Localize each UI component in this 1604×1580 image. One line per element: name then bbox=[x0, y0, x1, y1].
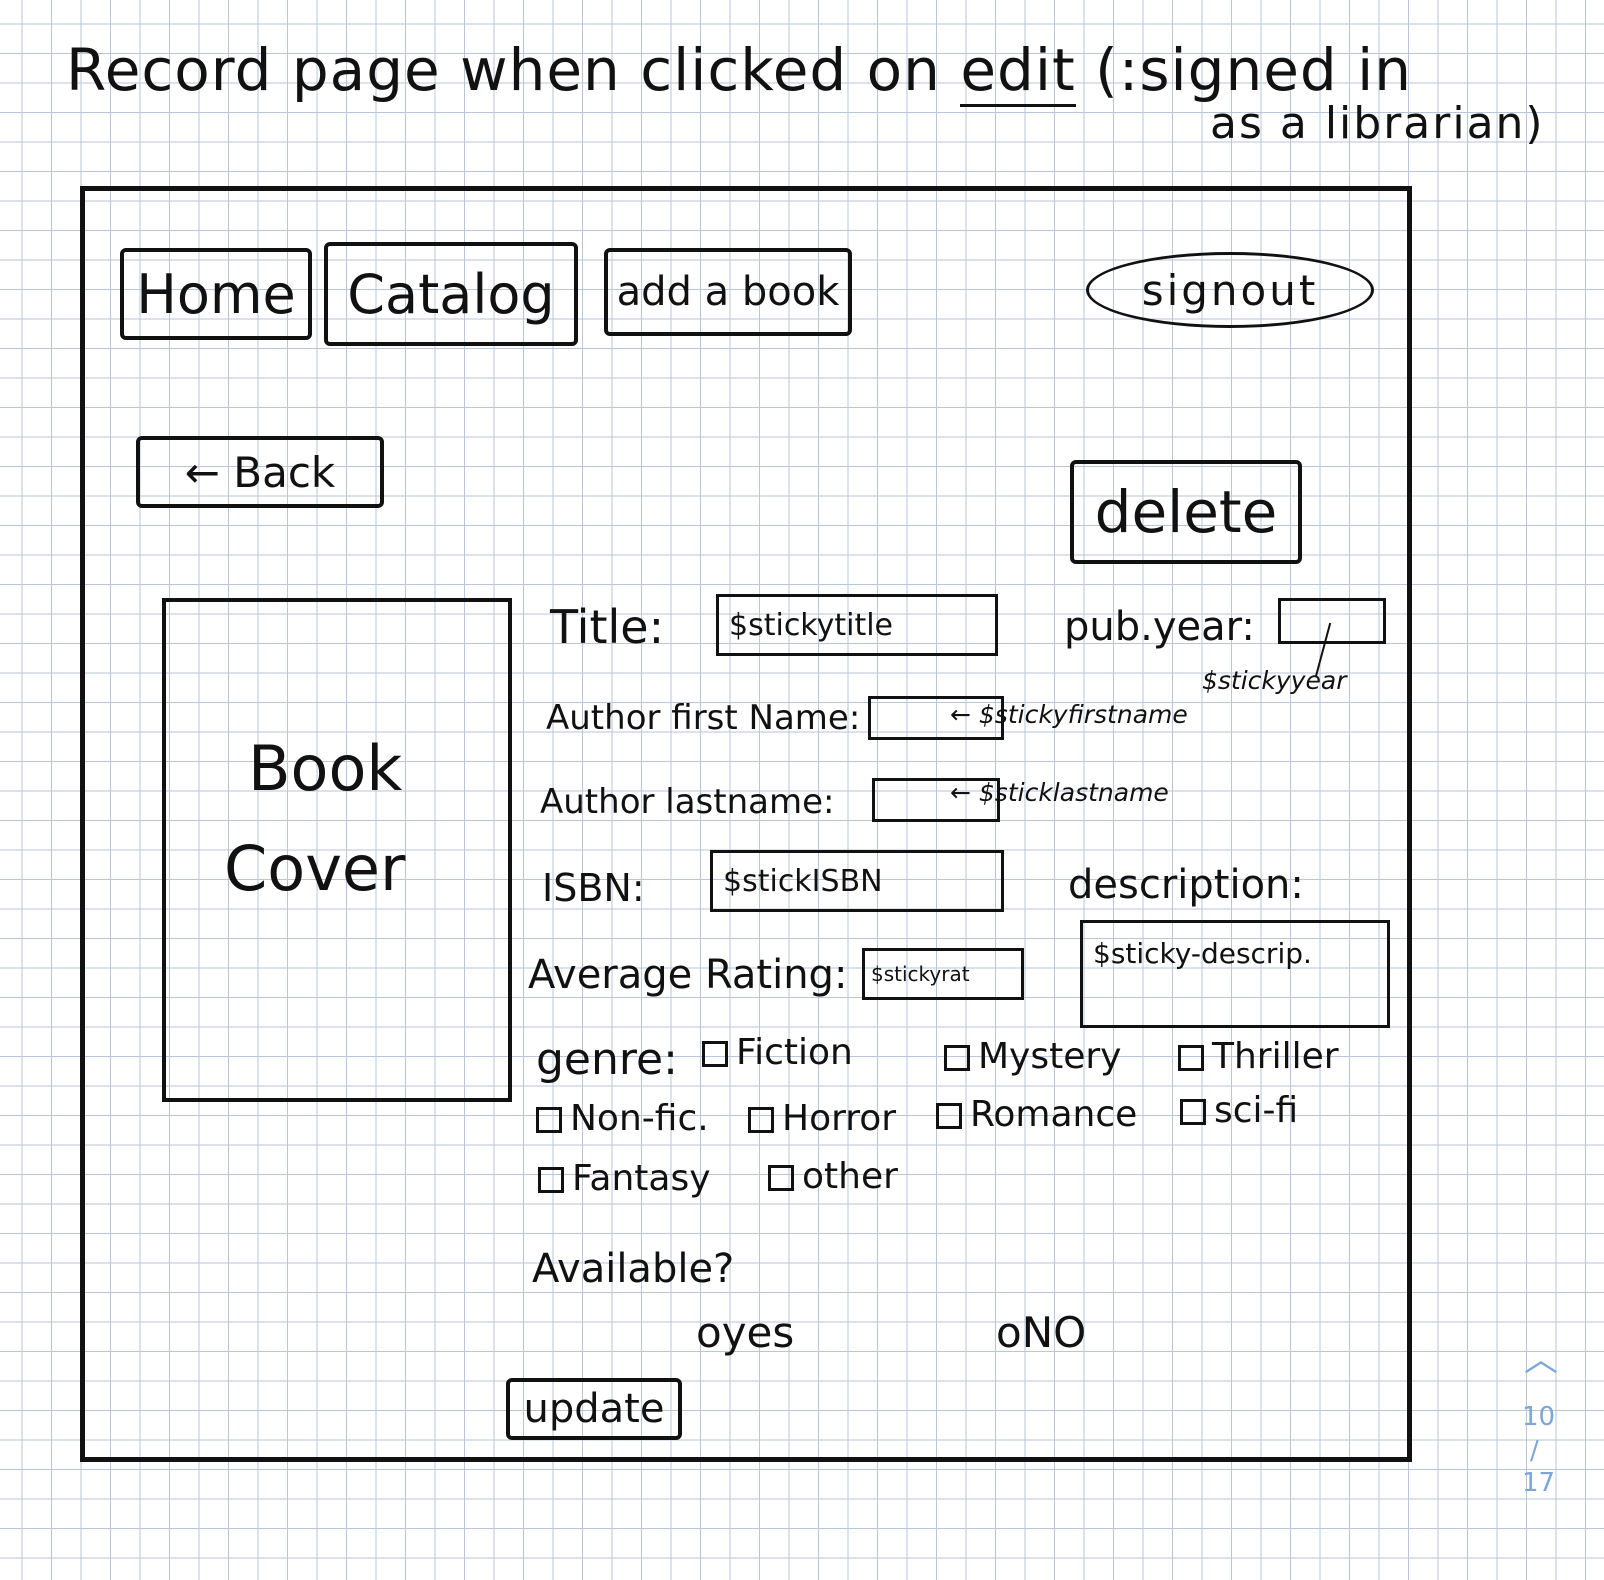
author-first-label: Author first Name: bbox=[546, 698, 861, 738]
available-yes-label: yes bbox=[721, 1308, 795, 1357]
sign-out-button[interactable]: signout bbox=[1086, 252, 1374, 328]
heading-edit-word: edit bbox=[960, 36, 1076, 107]
genre-scifi-label: sci-fi bbox=[1214, 1090, 1299, 1131]
genre-fiction-label: Fiction bbox=[736, 1032, 853, 1073]
author-first-note-text: $stickyfirstname bbox=[978, 700, 1188, 729]
checkbox-other[interactable] bbox=[768, 1165, 794, 1191]
page-heading-sub: as a librarian) bbox=[1210, 98, 1545, 149]
delete-button[interactable]: delete bbox=[1070, 460, 1302, 564]
checkbox-nonfic[interactable] bbox=[536, 1107, 562, 1133]
genre-nonfic-label: Non-fic. bbox=[570, 1098, 709, 1139]
heading-text-b: (:signed in bbox=[1075, 36, 1413, 104]
checkbox-fantasy[interactable] bbox=[538, 1167, 564, 1193]
description-label: description: bbox=[1068, 862, 1304, 908]
author-last-note: ← $sticklastname bbox=[950, 778, 1169, 807]
add-book-button[interactable]: add a book bbox=[604, 248, 852, 336]
author-last-label: Author lastname: bbox=[540, 782, 835, 822]
genre-option-fantasy[interactable]: Fantasy bbox=[538, 1158, 711, 1199]
heading-text-a: Record page when clicked on bbox=[66, 36, 961, 104]
author-first-note: ← $stickyfirstname bbox=[950, 700, 1188, 729]
genre-other-label: other bbox=[802, 1156, 898, 1197]
description-input[interactable]: $sticky-descrip. bbox=[1080, 920, 1390, 1028]
pub-year-input[interactable] bbox=[1278, 598, 1386, 644]
genre-horror-label: Horror bbox=[782, 1098, 897, 1139]
cover-text-line2: Cover bbox=[224, 832, 406, 905]
page-current: 10 bbox=[1522, 1402, 1556, 1432]
genre-option-romance[interactable]: Romance bbox=[936, 1094, 1137, 1135]
pub-year-note: $stickyyear bbox=[1202, 666, 1347, 695]
book-cover: Book Cover bbox=[162, 598, 512, 1102]
genre-option-scifi[interactable]: sci-fi bbox=[1180, 1090, 1298, 1131]
available-no-label: NO bbox=[1021, 1308, 1087, 1357]
title-label: Title: bbox=[550, 600, 665, 654]
checkbox-horror[interactable] bbox=[748, 1107, 774, 1133]
genre-thriller-label: Thriller bbox=[1212, 1036, 1339, 1077]
isbn-label: ISBN: bbox=[542, 866, 645, 910]
checkbox-mystery[interactable] bbox=[944, 1045, 970, 1071]
genre-fantasy-label: Fantasy bbox=[572, 1158, 711, 1199]
checkbox-scifi[interactable] bbox=[1180, 1099, 1206, 1125]
back-button[interactable]: ← Back bbox=[136, 436, 384, 508]
page-up-icon[interactable]: ︿ bbox=[1524, 1332, 1558, 1381]
checkbox-fiction[interactable] bbox=[702, 1041, 728, 1067]
author-last-note-text: $sticklastname bbox=[978, 778, 1169, 807]
catalog-button[interactable]: Catalog bbox=[324, 242, 578, 346]
pub-year-label: pub.year: bbox=[1064, 604, 1255, 650]
available-no-option[interactable]: oNO bbox=[996, 1308, 1086, 1357]
available-yes-option[interactable]: oyes bbox=[696, 1308, 794, 1357]
isbn-input[interactable]: $stickISBN bbox=[710, 850, 1004, 912]
genre-option-nonfic[interactable]: Non-fic. bbox=[536, 1098, 709, 1139]
home-button[interactable]: Home bbox=[120, 248, 312, 340]
rating-input[interactable]: $stickyrat bbox=[862, 948, 1024, 1000]
rating-label: Average Rating: bbox=[528, 952, 848, 998]
page-total: 17 bbox=[1522, 1468, 1556, 1498]
available-label: Available? bbox=[532, 1246, 735, 1292]
update-button[interactable]: update bbox=[506, 1378, 682, 1440]
genre-romance-label: Romance bbox=[970, 1094, 1138, 1135]
cover-text-line1: Book bbox=[248, 732, 403, 805]
checkbox-romance[interactable] bbox=[936, 1103, 962, 1129]
genre-option-fiction[interactable]: Fiction bbox=[702, 1032, 853, 1073]
radio-yes-icon[interactable]: o bbox=[696, 1308, 722, 1357]
genre-label: genre: bbox=[536, 1034, 678, 1085]
genre-option-other[interactable]: other bbox=[768, 1156, 898, 1197]
title-input[interactable]: $stickytitle bbox=[716, 594, 998, 656]
genre-option-mystery[interactable]: Mystery bbox=[944, 1036, 1122, 1077]
radio-no-icon[interactable]: o bbox=[996, 1308, 1022, 1357]
genre-mystery-label: Mystery bbox=[978, 1036, 1122, 1077]
page-separator: / bbox=[1530, 1436, 1539, 1466]
page-heading: Record page when clicked on edit (:signe… bbox=[66, 36, 1413, 107]
checkbox-thriller[interactable] bbox=[1178, 1045, 1204, 1071]
genre-option-thriller[interactable]: Thriller bbox=[1178, 1036, 1339, 1077]
genre-option-horror[interactable]: Horror bbox=[748, 1098, 896, 1139]
